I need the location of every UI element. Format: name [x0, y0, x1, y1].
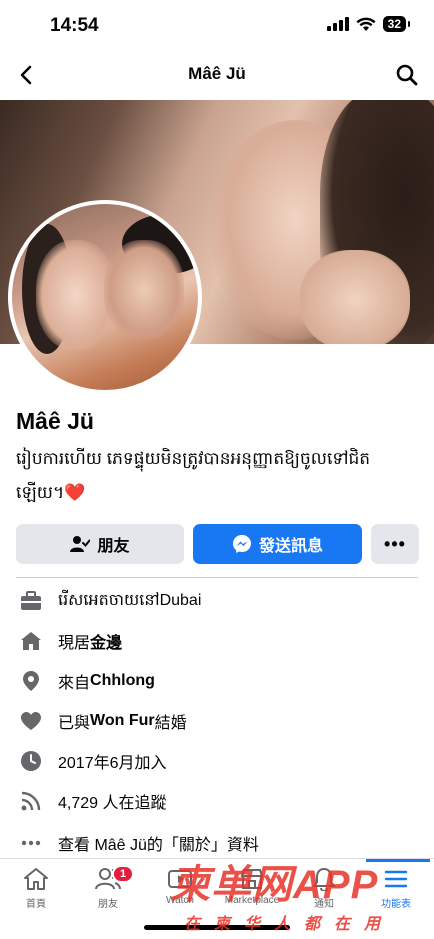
home-indicator — [144, 925, 290, 930]
detail-relationship-suffix: 結婚 — [154, 715, 187, 732]
detail-followers[interactable]: 4,729 人在追蹤 — [18, 787, 167, 815]
active-tab-indicator — [366, 859, 430, 862]
tab-notifications[interactable]: 通知 — [288, 867, 360, 910]
status-bar: 14:54 32 — [0, 0, 434, 50]
tab-notifications-label: 通知 — [314, 899, 334, 910]
detail-current-city-prefix: 現居 — [58, 635, 91, 652]
friends-button[interactable]: 朋友 — [16, 524, 184, 564]
detail-hometown: 來自 Chhlong — [18, 667, 155, 695]
detail-relationship-link[interactable]: Won Fur — [90, 712, 155, 730]
detail-followers-text: 4,729 人在追蹤 — [58, 795, 167, 812]
briefcase-icon — [18, 588, 44, 614]
messenger-icon — [232, 535, 251, 553]
send-message-label: 發送訊息 — [258, 538, 323, 555]
wifi-icon — [356, 17, 376, 31]
shop-icon — [240, 869, 264, 889]
tab-marketplace-label: Marketplace — [224, 895, 280, 906]
more-dots-icon: ••• — [384, 533, 406, 554]
profile-avatar[interactable] — [8, 200, 202, 394]
home-icon — [18, 628, 44, 654]
header-title: Mâê Jü — [188, 64, 246, 83]
tab-watch-label: Watch — [166, 895, 194, 906]
home-icon — [24, 868, 48, 890]
profile-name: Mâê Jü — [16, 408, 94, 434]
battery-icon: 32 — [382, 16, 411, 32]
tab-menu[interactable]: 功能表 — [360, 867, 432, 910]
detail-hometown-link[interactable]: Chhlong — [90, 672, 155, 690]
detail-relationship: 已與 Won Fur 結婚 — [18, 707, 187, 735]
rss-icon — [18, 788, 44, 814]
video-icon — [168, 870, 192, 888]
profile-header: Mâê Jü — [0, 52, 434, 98]
clock-icon — [18, 748, 44, 774]
send-message-button[interactable]: 發送訊息 — [193, 524, 362, 564]
notification-badge: 1 — [112, 865, 135, 883]
menu-icon — [384, 870, 408, 888]
detail-joined: 2017年6月加入 — [18, 747, 167, 775]
status-icons: 32 — [326, 16, 411, 32]
bell-icon — [312, 867, 336, 891]
search-icon[interactable] — [394, 62, 420, 88]
divider — [16, 577, 418, 578]
more-options-button[interactable]: ••• — [371, 524, 419, 564]
tab-friends-label: 朋友 — [98, 899, 118, 910]
signal-icon — [326, 17, 349, 31]
detail-hometown-prefix: 來自 — [58, 675, 91, 692]
see-about-text: 查看 Mâê Jü的「關於」資料 — [58, 837, 259, 854]
detail-current-city-link[interactable]: 金邊 — [90, 629, 122, 653]
detail-work: រើសអេតចាយនៅDubai — [18, 587, 201, 615]
friend-check-icon — [70, 536, 91, 552]
heart-emoji: ❤️ — [64, 483, 86, 502]
detail-joined-text: 2017年6月加入 — [58, 755, 167, 772]
location-pin-icon — [18, 668, 44, 694]
tab-menu-label: 功能表 — [381, 899, 411, 910]
detail-relationship-prefix: 已與 — [58, 715, 91, 732]
status-time: 14:54 — [50, 15, 99, 36]
heart-icon — [18, 708, 44, 734]
more-dots-icon — [18, 830, 44, 856]
tab-marketplace[interactable]: Marketplace — [216, 867, 288, 906]
tab-home[interactable]: 首頁 — [0, 867, 72, 910]
friends-button-label: 朋友 — [97, 538, 130, 555]
see-about-link[interactable]: 查看 Mâê Jü的「關於」資料 — [18, 829, 259, 857]
tab-friends[interactable]: 朋友 1 — [72, 865, 144, 910]
detail-work-text: រើសអេតចាយនៅDubai — [58, 592, 202, 609]
profile-bio: រៀបការហើយ ភេទផ្ទុយមិនត្រូវបានអនុញ្ញាតឱ្យ… — [16, 442, 416, 510]
detail-current-city: 現居 金邊 — [18, 627, 122, 655]
tab-home-label: 首頁 — [26, 899, 46, 910]
tab-watch[interactable]: Watch — [144, 867, 216, 906]
